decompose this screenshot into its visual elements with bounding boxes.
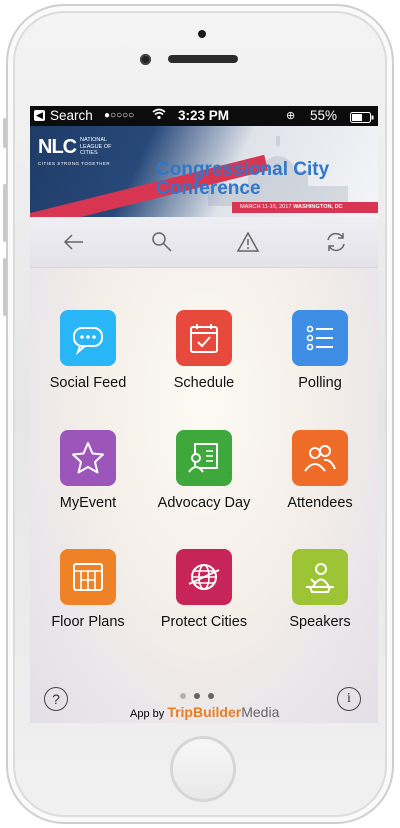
back-app-label[interactable]: Search <box>50 108 93 123</box>
document-person-icon <box>188 443 218 473</box>
toolbar <box>30 217 378 268</box>
tile-label: Protect Cities <box>160 614 248 630</box>
tile-label: Polling <box>298 375 342 391</box>
floor-plan-icon <box>73 563 103 591</box>
tile-label: Floor Plans <box>51 614 125 630</box>
tile-label: Attendees <box>287 495 353 511</box>
list-icon <box>306 325 333 351</box>
credit-prefix: App by <box>130 708 165 720</box>
tile-label: Schedule <box>173 375 235 391</box>
volume-up-button <box>3 184 7 242</box>
tile-attendees[interactable]: Attendees <box>265 430 375 511</box>
speaker-podium-icon <box>306 563 334 593</box>
menu-grid: Social Feed Schedule Polling MyEvent Adv… <box>30 268 378 723</box>
tile-icon-box <box>176 430 232 486</box>
back-arrow-icon[interactable] <box>62 230 86 254</box>
alert-icon[interactable] <box>236 230 260 254</box>
earpiece-speaker <box>168 55 238 63</box>
org-name: NATIONAL LEAGUE OF CITIES <box>80 137 112 156</box>
event-date: MARCH 11-15, 2017 <box>240 204 292 210</box>
calendar-icon <box>190 324 218 353</box>
event-location: WASHINGTON, DC <box>293 204 343 210</box>
tile-icon-box <box>60 549 116 605</box>
tile-protect-cities[interactable]: Protect Cities <box>149 549 259 630</box>
volume-down-button <box>3 258 7 316</box>
tile-icon-box <box>292 549 348 605</box>
refresh-icon[interactable] <box>324 230 348 254</box>
wifi-icon <box>152 108 166 123</box>
camera <box>198 30 206 38</box>
status-bar: ◀ Search ●○○○○ 3:23 PM ⊕ 55% <box>30 106 378 126</box>
tile-social-feed[interactable]: Social Feed <box>33 310 143 391</box>
credit-brand-primary: TripBuilder <box>167 704 242 720</box>
org-tagline: CITIES STRONG TOGETHER <box>38 161 111 166</box>
credit-brand-secondary: Media <box>241 704 280 720</box>
tile-icon-box <box>60 310 116 366</box>
home-button[interactable] <box>170 736 236 802</box>
event-banner: NLC NATIONAL LEAGUE OF CITIES CITIES STR… <box>30 126 378 217</box>
signal-strength: ●○○○○ <box>104 110 135 121</box>
chat-bubbles-icon <box>73 327 103 356</box>
people-icon <box>304 445 336 472</box>
star-icon <box>72 442 104 474</box>
conference-title: Congressional City Conference <box>156 160 329 198</box>
tile-floor-plans[interactable]: Floor Plans <box>33 549 143 630</box>
battery-icon <box>350 111 374 126</box>
info-button[interactable]: i <box>337 687 361 711</box>
page-dot[interactable] <box>208 693 214 699</box>
tile-polling[interactable]: Polling <box>265 310 375 391</box>
tile-icon-box <box>292 430 348 486</box>
battery-percent: 55% <box>310 108 338 123</box>
tile-label: Social Feed <box>49 375 127 391</box>
tile-label: MyEvent <box>59 495 117 511</box>
back-to-app-icon[interactable]: ◀ <box>34 110 45 121</box>
screen: ◀ Search ●○○○○ 3:23 PM ⊕ 55% NLC NATIONA… <box>30 106 378 723</box>
page-dot[interactable] <box>194 693 200 699</box>
tile-advocacy-day[interactable]: Advocacy Day <box>149 430 259 511</box>
tile-icon-box <box>292 310 348 366</box>
conference-title-line2: Conference <box>156 178 261 199</box>
nlc-logo: NLC <box>38 136 77 158</box>
tile-icon-box <box>60 430 116 486</box>
tile-schedule[interactable]: Schedule <box>149 310 259 391</box>
clock: 3:23 PM <box>178 108 230 123</box>
tile-speakers[interactable]: Speakers <box>265 549 375 630</box>
tile-label: Speakers <box>289 614 351 630</box>
help-button[interactable]: ? <box>44 687 68 711</box>
front-camera <box>140 54 151 65</box>
tile-myevent[interactable]: MyEvent <box>33 430 143 511</box>
tile-icon-box <box>176 310 232 366</box>
orientation-lock-icon: ⊕ <box>286 110 296 122</box>
mute-switch <box>3 118 7 148</box>
page-dot[interactable] <box>180 693 186 699</box>
conference-title-line1: Congressional City <box>156 159 330 180</box>
app-credit[interactable]: App by TripBuilderMedia <box>130 704 279 720</box>
search-icon[interactable] <box>150 230 174 254</box>
tile-icon-box <box>176 549 232 605</box>
page-indicator <box>180 686 222 704</box>
tile-label: Advocacy Day <box>157 495 251 511</box>
globe-icon <box>188 564 220 590</box>
event-dates: MARCH 11-15, 2017 WASHINGTON, DC <box>232 202 378 213</box>
